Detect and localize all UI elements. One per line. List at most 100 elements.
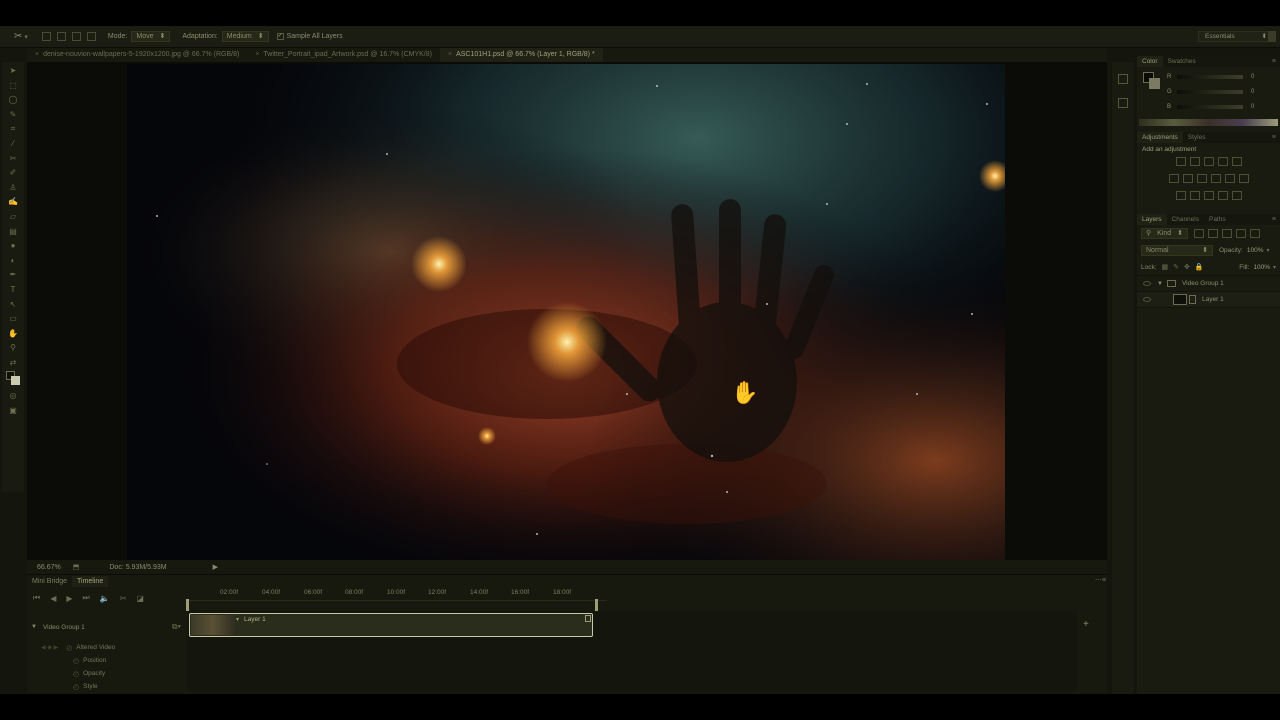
eraser-tool-icon[interactable]: ▱ [6,211,20,222]
lock-position-icon[interactable]: ✥ [1184,263,1190,271]
pen-tool-icon[interactable]: ✒ [6,269,20,280]
black-white-icon[interactable] [1196,174,1207,183]
panel-menu-icon[interactable]: ≡ [1272,216,1276,223]
intersect-selection-icon[interactable] [86,32,96,41]
foreground-background-swatch[interactable] [2,371,24,387]
doc-tab-active[interactable]: × ASC101H1.psd @ 66.7% (Layer 1, RGB/8) * [439,48,603,62]
visibility-eye-icon[interactable] [1143,297,1151,302]
close-icon[interactable]: × [448,51,452,58]
document-canvas[interactable]: ✋ [127,64,1005,560]
lasso-tool-icon[interactable]: ◯ [6,94,20,105]
tab-color[interactable]: Color [1137,56,1163,67]
smart-object-filter-icon[interactable] [1250,229,1261,238]
color-ramp[interactable] [1139,119,1278,126]
panel-menu-icon[interactable]: ⋯≡ [1095,576,1106,584]
keyframe-nav-icon[interactable]: ◀ ◆ ▶ [41,644,58,651]
panel-menu-icon[interactable]: ≡ [1272,134,1276,141]
eyedropper-tool-icon[interactable]: ⁄ [6,138,20,149]
crop-tool-icon[interactable]: ⌗ [6,123,20,134]
channel-mixer-icon[interactable] [1224,174,1235,183]
opacity-value[interactable]: 100% [1247,247,1264,254]
shape-tool-icon[interactable]: ▭ [6,313,20,324]
add-track-icon[interactable]: + [1083,619,1089,630]
quick-select-tool-icon[interactable]: ✎ [6,109,20,120]
red-slider[interactable] [1177,74,1243,79]
history-panel-icon[interactable] [1118,74,1128,84]
background-color-swatch[interactable] [11,376,20,386]
brush-tool-icon[interactable]: ✐ [6,167,20,178]
color-lookup-icon[interactable] [1238,174,1249,183]
adaptation-select[interactable]: Medium ⬍ [221,31,269,42]
playhead[interactable] [186,599,189,611]
clip-options-icon[interactable] [585,615,591,622]
filmstrip-icon[interactable]: ⧉▾ [172,622,181,632]
gradient-tool-icon[interactable]: ▤ [6,226,20,237]
green-slider[interactable] [1177,89,1243,94]
sample-all-layers-checkbox[interactable]: ✓ [276,33,284,40]
play-icon[interactable]: ▶ [66,594,72,603]
tab-mini-bridge[interactable]: Mini Bridge [27,576,72,587]
clone-stamp-tool-icon[interactable]: ♙ [6,182,20,193]
channel-value[interactable]: 0 [1251,74,1254,80]
status-export-icon[interactable]: ⬒ [73,563,80,571]
levels-icon[interactable] [1189,157,1200,166]
exposure-icon[interactable] [1217,157,1228,166]
photo-filter-icon[interactable] [1210,174,1221,183]
invert-icon[interactable] [1175,191,1186,200]
status-menu-arrow-icon[interactable]: ▶ [213,563,218,571]
tab-channels[interactable]: Channels [1167,214,1204,225]
tab-timeline[interactable]: Timeline [72,576,109,587]
video-clip[interactable]: ▾ Layer 1 [189,613,593,637]
quick-mask-icon[interactable]: ◎ [6,390,20,401]
content-aware-move-tool-icon[interactable]: ✂ [6,153,20,164]
new-selection-icon[interactable] [41,32,51,41]
lock-image-icon[interactable]: ✎ [1173,263,1179,271]
close-icon[interactable]: × [35,51,39,58]
group-expand-icon[interactable]: ▼ [31,624,37,630]
stopwatch-icon[interactable]: ◴ [73,683,79,691]
type-tool-icon[interactable]: T [6,284,20,295]
fill-chevron-icon[interactable]: ▾ [1273,264,1276,271]
panel-menu-icon[interactable]: ≡ [1272,58,1276,65]
close-icon[interactable]: × [255,51,259,58]
time-ruler[interactable]: 02:00f 04:00f 06:00f 08:00f 10:00f 12:00… [187,587,607,601]
blue-slider[interactable] [1177,104,1243,109]
channel-value[interactable]: 0 [1251,89,1254,95]
layer-row-group[interactable]: ▼ Video Group 1 [1137,276,1280,292]
tab-swatches[interactable]: Swatches [1163,56,1201,67]
pixel-filter-icon[interactable] [1194,229,1205,238]
path-selection-tool-icon[interactable]: ↖ [6,299,20,310]
workspace-switcher[interactable]: Essentials ⬍ [1198,31,1272,42]
vibrance-icon[interactable] [1231,157,1242,166]
history-brush-tool-icon[interactable]: ✍ [6,196,20,207]
lock-all-icon[interactable]: 🔒 [1195,263,1204,271]
subtract-selection-icon[interactable] [71,32,81,41]
lock-transparent-icon[interactable]: ▦ [1162,263,1169,271]
group-row[interactable]: ▼ Video Group 1 ⧉▾ [31,621,181,633]
gradient-map-icon[interactable] [1217,191,1228,200]
doc-tab[interactable]: × denise-nouvion-wallpapers-5-1920x1200.j… [27,48,247,62]
stopwatch-icon[interactable]: ◴ [73,657,79,665]
panel-collapse-icon[interactable] [1268,31,1276,42]
marquee-tool-icon[interactable]: ⬚ [6,80,20,91]
adjustment-filter-icon[interactable] [1208,229,1219,238]
transition-icon[interactable]: ◪ [136,594,144,603]
blur-tool-icon[interactable]: ● [6,240,20,251]
layer-name[interactable]: Video Group 1 [1182,280,1224,287]
add-selection-icon[interactable] [56,32,66,41]
hand-tool-icon[interactable]: ✋ [6,328,20,339]
split-scissors-icon[interactable]: ✂ [120,594,127,603]
layer-row[interactable]: Layer 1 [1137,292,1280,308]
move-tool-icon[interactable]: ➤ [6,65,20,76]
visibility-eye-icon[interactable] [1143,281,1151,286]
zoom-level[interactable]: 66.67% [37,564,61,571]
zoom-tool-icon[interactable]: ⚲ [6,342,20,353]
threshold-icon[interactable] [1203,191,1214,200]
curves-icon[interactable] [1203,157,1214,166]
previous-frame-icon[interactable]: ◀ [50,594,56,603]
tab-paths[interactable]: Paths [1204,214,1231,225]
clip-chevron-icon[interactable]: ▾ [236,616,239,623]
doc-tab[interactable]: × Twitter_Portrait_ipad_Artwork.psd @ 16.… [247,48,440,62]
move-tool-icon[interactable]: ✂ [14,31,22,42]
blend-mode-select[interactable]: Normal ⬍ [1141,245,1213,256]
